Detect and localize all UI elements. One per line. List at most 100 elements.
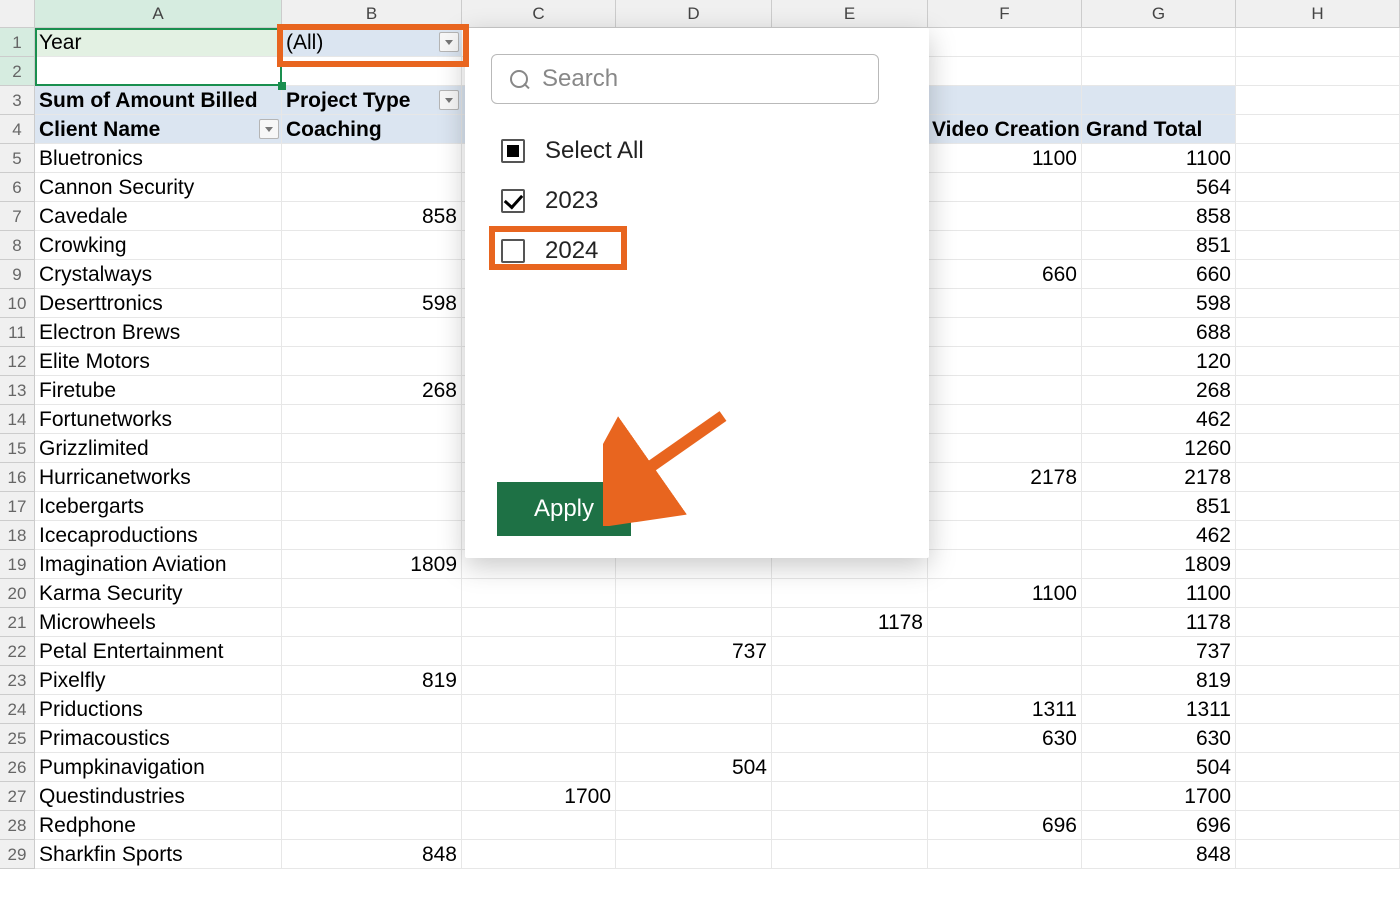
value-grand-total[interactable]: 630 — [1082, 724, 1236, 753]
value-grand-total[interactable]: 1178 — [1082, 608, 1236, 637]
pivot-year-value[interactable]: (All) — [282, 28, 462, 57]
value-d[interactable] — [616, 579, 772, 608]
column-header-F[interactable]: F — [928, 0, 1082, 28]
column-header-D[interactable]: D — [616, 0, 772, 28]
client-name-cell[interactable]: Firetube — [35, 376, 282, 405]
value-coaching[interactable]: 1809 — [282, 550, 462, 579]
value-coaching[interactable] — [282, 173, 462, 202]
value-grand-total[interactable]: 660 — [1082, 260, 1236, 289]
value-coaching[interactable] — [282, 724, 462, 753]
row-header-22[interactable]: 22 — [0, 637, 35, 666]
row-header-17[interactable]: 17 — [0, 492, 35, 521]
value-coaching[interactable] — [282, 637, 462, 666]
value-e[interactable] — [772, 579, 928, 608]
client-name-cell[interactable]: Cannon Security — [35, 173, 282, 202]
value-coaching[interactable] — [282, 318, 462, 347]
pivot-columns-label[interactable]: Project Type — [282, 86, 462, 115]
value-video[interactable]: 630 — [928, 724, 1082, 753]
value-c[interactable] — [462, 753, 616, 782]
value-grand-total[interactable]: 1809 — [1082, 550, 1236, 579]
cell-h1[interactable] — [1236, 28, 1400, 57]
cell-blank-r2-0[interactable] — [35, 57, 282, 86]
cell-h[interactable] — [1236, 376, 1400, 405]
value-c[interactable]: 1700 — [462, 782, 616, 811]
value-grand-total[interactable]: 737 — [1082, 637, 1236, 666]
row-header-3[interactable]: 3 — [0, 86, 35, 115]
value-coaching[interactable] — [282, 463, 462, 492]
cell-h[interactable] — [1236, 405, 1400, 434]
value-grand-total[interactable]: 462 — [1082, 405, 1236, 434]
value-coaching[interactable] — [282, 608, 462, 637]
column-header-G[interactable]: G — [1082, 0, 1236, 28]
value-coaching[interactable] — [282, 347, 462, 376]
cell-h[interactable] — [1236, 434, 1400, 463]
row-header-2[interactable]: 2 — [0, 57, 35, 86]
filter-option-2023[interactable]: 2023 — [501, 176, 903, 226]
value-video[interactable] — [928, 318, 1082, 347]
client-name-cell[interactable]: Karma Security — [35, 579, 282, 608]
column-header-A[interactable]: A — [35, 0, 282, 28]
value-video[interactable] — [928, 231, 1082, 260]
value-d[interactable] — [616, 695, 772, 724]
row-header-24[interactable]: 24 — [0, 695, 35, 724]
value-grand-total[interactable]: 858 — [1082, 202, 1236, 231]
client-name-cell[interactable]: Deserttronics — [35, 289, 282, 318]
row-header-6[interactable]: 6 — [0, 173, 35, 202]
value-d[interactable] — [616, 666, 772, 695]
value-e[interactable] — [772, 637, 928, 666]
select-all-corner[interactable] — [0, 0, 35, 28]
value-c[interactable] — [462, 637, 616, 666]
cell-h[interactable] — [1236, 144, 1400, 173]
value-grand-total[interactable]: 564 — [1082, 173, 1236, 202]
value-video[interactable] — [928, 637, 1082, 666]
row-header-8[interactable]: 8 — [0, 231, 35, 260]
value-coaching[interactable] — [282, 434, 462, 463]
value-grand-total[interactable]: 696 — [1082, 811, 1236, 840]
client-name-cell[interactable]: Hurricanetworks — [35, 463, 282, 492]
checkbox-unchecked-icon[interactable] — [501, 239, 525, 263]
cell-blank-r2-1[interactable] — [282, 57, 462, 86]
col-video-creation[interactable]: Video Creation — [928, 115, 1082, 144]
value-video[interactable] — [928, 376, 1082, 405]
client-name-cell[interactable]: Bluetronics — [35, 144, 282, 173]
value-grand-total[interactable]: 268 — [1082, 376, 1236, 405]
cell-h[interactable] — [1236, 492, 1400, 521]
value-c[interactable] — [462, 608, 616, 637]
value-coaching[interactable] — [282, 231, 462, 260]
cell-h[interactable] — [1236, 463, 1400, 492]
client-name-cell[interactable]: Priductions — [35, 695, 282, 724]
value-video[interactable]: 1311 — [928, 695, 1082, 724]
filter-search-input[interactable] — [540, 64, 860, 94]
cell-blank-r2-7[interactable] — [1236, 57, 1400, 86]
value-c[interactable] — [462, 811, 616, 840]
project-type-dropdown[interactable] — [439, 90, 459, 110]
value-e[interactable] — [772, 782, 928, 811]
row-header-25[interactable]: 25 — [0, 724, 35, 753]
value-video[interactable]: 696 — [928, 811, 1082, 840]
value-grand-total[interactable]: 504 — [1082, 753, 1236, 782]
cell-h[interactable] — [1236, 753, 1400, 782]
cell-h[interactable] — [1236, 666, 1400, 695]
client-name-cell[interactable]: Imagination Aviation — [35, 550, 282, 579]
value-grand-total[interactable]: 462 — [1082, 521, 1236, 550]
filter-select-all[interactable]: Select All — [501, 126, 903, 176]
apply-button[interactable]: Apply — [497, 482, 631, 536]
client-name-cell[interactable]: Crystalways — [35, 260, 282, 289]
value-coaching[interactable] — [282, 695, 462, 724]
value-d[interactable] — [616, 724, 772, 753]
value-grand-total[interactable]: 688 — [1082, 318, 1236, 347]
cell-h[interactable] — [1236, 521, 1400, 550]
client-name-cell[interactable]: Primacoustics — [35, 724, 282, 753]
cell-h[interactable] — [1236, 782, 1400, 811]
value-e[interactable] — [772, 666, 928, 695]
value-d[interactable]: 504 — [616, 753, 772, 782]
cell-blank-r2-5[interactable] — [928, 57, 1082, 86]
cell-h[interactable] — [1236, 637, 1400, 666]
value-coaching[interactable] — [282, 260, 462, 289]
client-name-cell[interactable]: Cavedale — [35, 202, 282, 231]
year-filter-dropdown[interactable] — [439, 32, 459, 52]
column-header-H[interactable]: H — [1236, 0, 1400, 28]
row-header-23[interactable]: 23 — [0, 666, 35, 695]
value-video[interactable]: 660 — [928, 260, 1082, 289]
value-video[interactable] — [928, 608, 1082, 637]
